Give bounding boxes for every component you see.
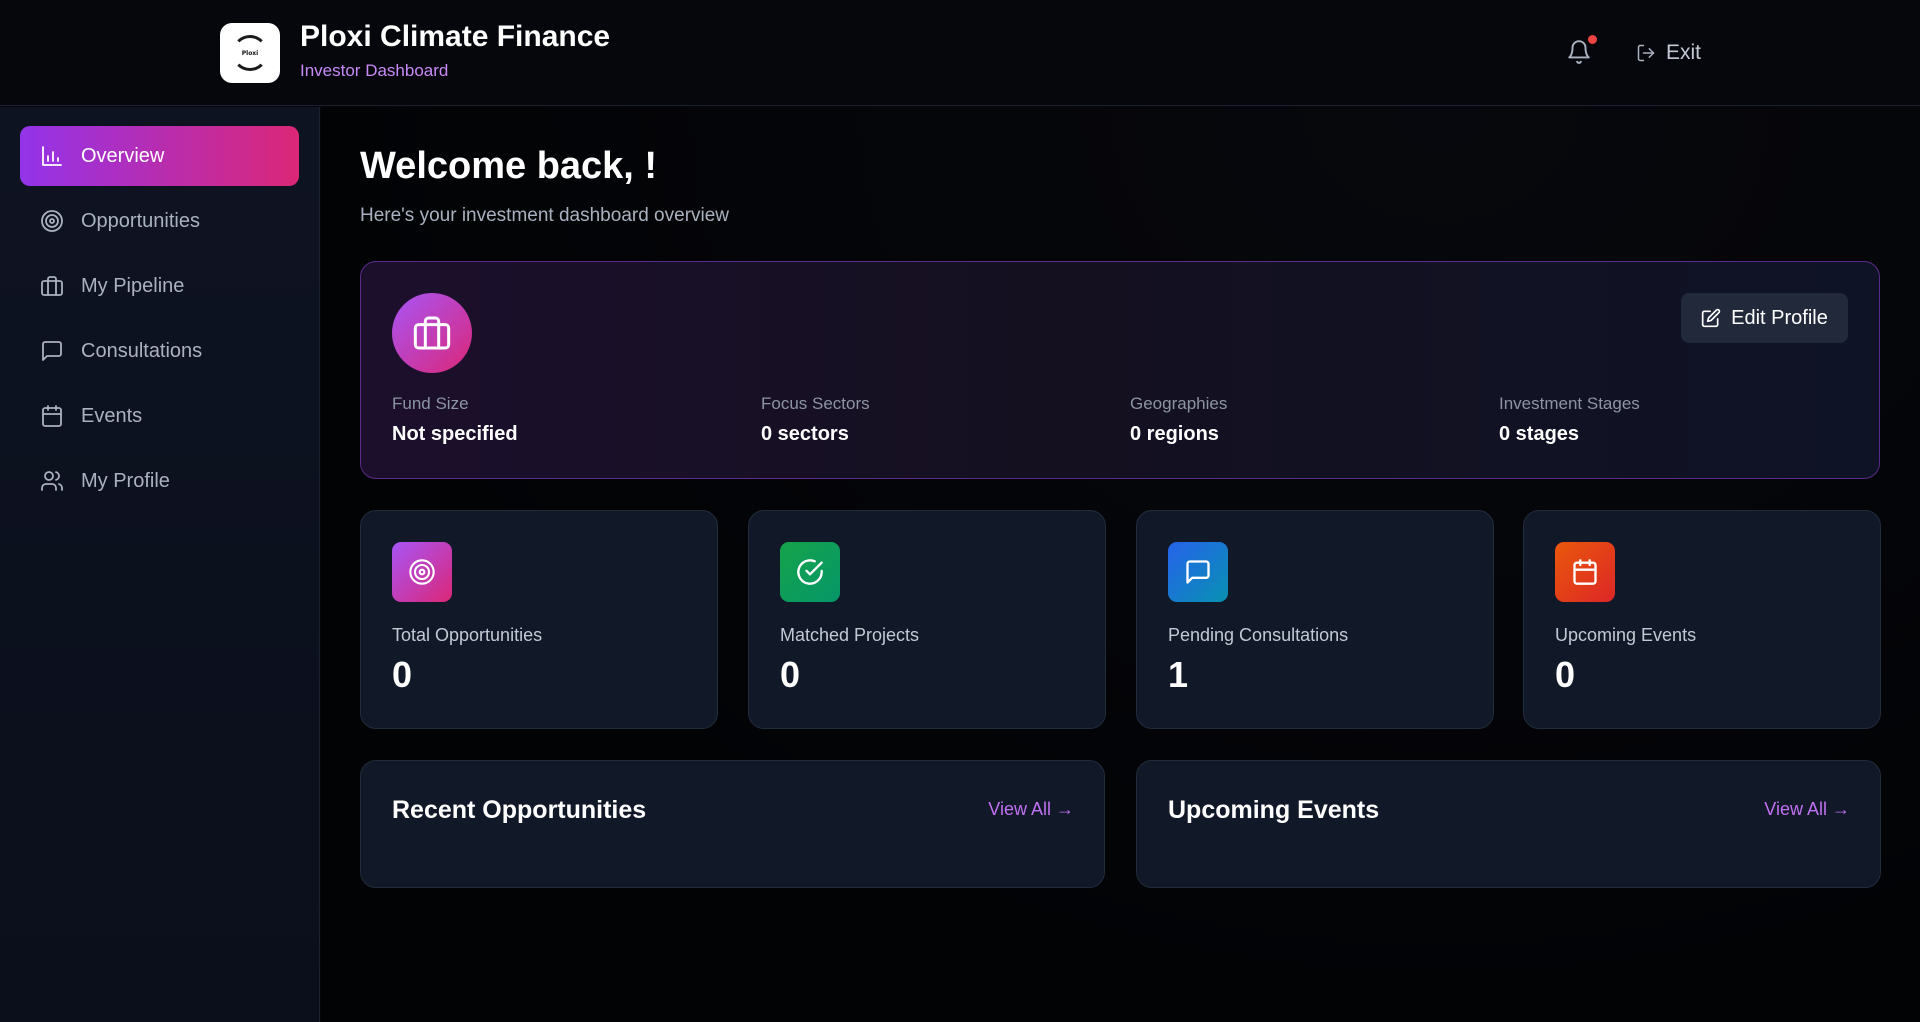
metric-value: 1 — [1168, 654, 1189, 695]
brand-title: Ploxi Climate Finance — [300, 20, 611, 53]
sidebar-item-label: Consultations — [81, 339, 203, 362]
sidebar-item-opportunities[interactable]: Opportunities — [20, 191, 299, 251]
metric-value: 0 — [1555, 654, 1576, 695]
view-all-events-link[interactable]: View All → — [1764, 799, 1850, 820]
sidebar-item-label: Opportunities — [81, 209, 200, 232]
stat-value: Not specified — [392, 423, 518, 445]
log-out-icon — [1637, 44, 1655, 62]
stat-label: Focus Sectors — [761, 394, 870, 413]
investor-profile-card: Edit Profile Fund Size Not specified Foc… — [360, 261, 1880, 479]
upcoming-events-card[interactable]: Upcoming Events 0 — [1523, 510, 1881, 729]
briefcase-icon — [41, 276, 63, 296]
investment-stages-stat: Investment Stages 0 stages — [1499, 394, 1640, 446]
message-square-icon — [42, 341, 62, 361]
view-all-opportunities-link[interactable]: View All → — [988, 799, 1074, 820]
stat-label: Fund Size — [392, 394, 469, 413]
sidebar: Overview Opportunities My Pipeline Consu… — [0, 107, 320, 1022]
metric-label: Upcoming Events — [1555, 625, 1697, 645]
pending-consultations-card[interactable]: Pending Consultations 1 — [1136, 510, 1494, 729]
notification-badge — [1588, 35, 1597, 44]
total-opportunities-card[interactable]: Total Opportunities 0 — [360, 510, 718, 729]
sidebar-item-label: Overview — [81, 144, 165, 167]
sidebar-item-label: My Profile — [81, 469, 170, 492]
top-header: Ploxi Ploxi Climate Finance Investor Das… — [0, 0, 1920, 106]
sidebar-item-my-pipeline[interactable]: My Pipeline — [20, 256, 299, 316]
sidebar-item-label: My Pipeline — [81, 274, 185, 297]
sidebar-item-overview[interactable]: Overview — [20, 126, 299, 186]
edit-profile-button[interactable]: Edit Profile — [1681, 293, 1848, 343]
brand-logo[interactable]: Ploxi — [220, 23, 280, 83]
section-title: Recent Opportunities — [392, 796, 647, 824]
bar-chart-icon — [42, 146, 62, 166]
calendar-icon — [1555, 542, 1615, 602]
exit-button[interactable]: Exit — [1636, 38, 1701, 68]
bell-icon[interactable] — [1566, 39, 1592, 65]
page-subtitle: Here's your investment dashboard overvie… — [360, 205, 730, 226]
target-icon — [392, 542, 452, 602]
target-icon — [41, 210, 63, 232]
metric-label: Total Opportunities — [392, 625, 543, 645]
users-icon — [41, 471, 63, 491]
page-title: Welcome back, ! — [360, 145, 658, 187]
calendar-icon — [42, 405, 62, 427]
logo-mark: Ploxi — [232, 35, 268, 71]
sidebar-item-label: Events — [81, 404, 143, 427]
matched-projects-card[interactable]: Matched Projects 0 — [748, 510, 1106, 729]
stat-label: Investment Stages — [1499, 394, 1640, 413]
metric-value: 0 — [392, 654, 413, 695]
sidebar-item-my-profile[interactable]: My Profile — [20, 451, 299, 511]
metric-label: Matched Projects — [780, 625, 920, 645]
metric-value: 0 — [780, 654, 801, 695]
focus-sectors-stat: Focus Sectors 0 sectors — [761, 394, 870, 446]
briefcase-icon — [392, 293, 472, 373]
stat-label: Geographies — [1130, 394, 1228, 413]
check-circle-icon — [780, 542, 840, 602]
stat-value: 0 stages — [1499, 423, 1580, 445]
sidebar-item-consultations[interactable]: Consultations — [20, 321, 299, 381]
stat-value: 0 regions — [1130, 423, 1219, 445]
sidebar-item-events[interactable]: Events — [20, 386, 299, 446]
fund-size-stat: Fund Size Not specified — [392, 394, 518, 446]
exit-label: Exit — [1666, 41, 1702, 64]
edit-profile-label: Edit Profile — [1731, 306, 1828, 329]
stat-value: 0 sectors — [761, 423, 849, 445]
logo-text: Ploxi — [241, 49, 259, 57]
metric-label: Pending Consultations — [1168, 625, 1349, 645]
recent-opportunities-section: Recent Opportunities View All → — [360, 760, 1105, 888]
geographies-stat: Geographies 0 regions — [1130, 394, 1227, 446]
brand-subtitle: Investor Dashboard — [300, 61, 449, 80]
edit-icon — [1701, 308, 1721, 328]
upcoming-events-section: Upcoming Events View All → — [1136, 760, 1881, 888]
section-title: Upcoming Events — [1168, 796, 1380, 824]
message-square-icon — [1168, 542, 1228, 602]
